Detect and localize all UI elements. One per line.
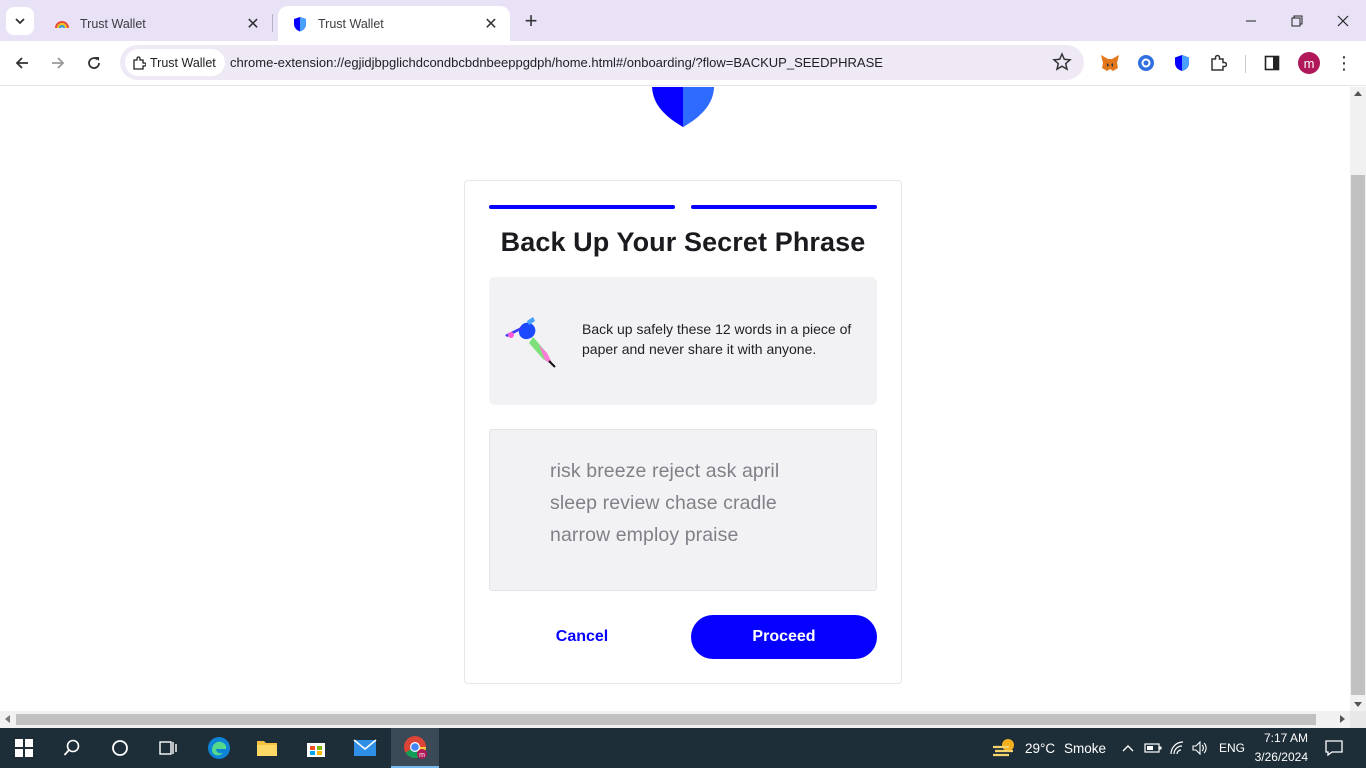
vertical-scrollbar[interactable]: [1350, 87, 1366, 711]
menu-kebab-icon[interactable]: ⋮: [1334, 51, 1354, 75]
site-info-chip[interactable]: Trust Wallet: [125, 49, 225, 76]
tab-search-button[interactable]: [6, 7, 34, 35]
windows-taskbar: m 29°C Smoke ENG 7:17 AM 3/26/2024: [0, 728, 1366, 768]
rainbow-favicon-icon: [54, 16, 70, 32]
progress-step-2: [691, 205, 877, 209]
minimize-icon: [1246, 20, 1256, 21]
tab-strip: Trust Wallet ✕ Trust Wallet ✕ +: [0, 0, 1366, 41]
tab-title: Trust Wallet: [80, 16, 146, 31]
profile-avatar[interactable]: m: [1298, 52, 1320, 74]
language-indicator[interactable]: ENG: [1219, 741, 1245, 755]
arrow-left-icon: [15, 57, 28, 69]
scroll-up-arrow-icon[interactable]: [1354, 91, 1362, 96]
arrow-right-icon: [52, 57, 65, 69]
notification-icon: [1325, 740, 1343, 757]
metamask-icon[interactable]: [1098, 51, 1122, 75]
clock-date[interactable]: 3/26/2024: [1254, 750, 1308, 764]
circle-extension-icon[interactable]: [1134, 51, 1158, 75]
pen-illustration-icon: [505, 317, 556, 368]
close-icon: [1337, 15, 1349, 26]
horizontal-scroll-thumb[interactable]: [16, 714, 1316, 725]
bookmark-star-icon[interactable]: [1052, 52, 1072, 72]
show-hidden-icons-button[interactable]: [1118, 728, 1138, 768]
cortana-button[interactable]: [96, 728, 144, 768]
seed-phrase-line: risk breeze reject ask april: [550, 460, 780, 482]
chevron-up-icon: [1122, 745, 1134, 752]
extension-icon: [132, 55, 146, 70]
svg-text:m: m: [419, 752, 425, 759]
tab-title: Trust Wallet: [318, 16, 384, 31]
seed-phrase-box: risk breeze reject ask april sleep revie…: [489, 429, 877, 591]
vertical-scroll-thumb[interactable]: [1351, 175, 1365, 695]
trust-wallet-favicon-icon: [292, 16, 308, 32]
url-text[interactable]: chrome-extension://egjidjbpglichdcondbcb…: [230, 55, 883, 70]
network-icon[interactable]: [1166, 728, 1188, 768]
restore-icon: [1291, 15, 1303, 26]
task-view-button[interactable]: [144, 728, 192, 768]
battery-icon[interactable]: [1142, 728, 1164, 768]
start-button[interactable]: [0, 728, 48, 768]
cortana-circle-icon: [112, 740, 128, 756]
tab-trust-wallet-2[interactable]: Trust Wallet ✕: [278, 6, 510, 41]
back-button[interactable]: [8, 49, 36, 77]
folder-icon: [257, 741, 277, 756]
scroll-left-arrow-icon[interactable]: [5, 715, 10, 723]
horizontal-scrollbar[interactable]: [0, 711, 1350, 728]
reload-button[interactable]: [80, 49, 108, 77]
minimize-button[interactable]: [1228, 0, 1274, 41]
new-tab-button[interactable]: +: [518, 8, 544, 34]
scrollbar-corner: [1350, 711, 1366, 728]
weather-smoke-icon: [993, 739, 1014, 757]
toolbar-divider: [1245, 55, 1246, 73]
trust-wallet-logo-icon: [652, 87, 714, 127]
info-text: Back up safely these 12 words in a piece…: [582, 321, 852, 357]
info-box: Back up safely these 12 words in a piece…: [489, 277, 877, 405]
mail-button[interactable]: [341, 728, 389, 768]
seed-phrase-line: sleep review chase cradle: [550, 492, 777, 514]
page-viewport: Back Up Your Secret Phrase Back up safel…: [0, 87, 1350, 711]
close-tab-icon[interactable]: ✕: [244, 15, 262, 33]
file-explorer-button[interactable]: [243, 728, 291, 768]
chrome-taskbar-button[interactable]: m: [391, 728, 439, 768]
backup-card: Back Up Your Secret Phrase Back up safel…: [464, 180, 902, 684]
task-view-icon: [159, 741, 177, 755]
site-chip-label: Trust Wallet: [150, 55, 216, 70]
browser-toolbar: Trust Wallet chrome-extension://egjidjbp…: [0, 41, 1366, 86]
search-icon: [63, 739, 80, 756]
weather-desc: Smoke: [1064, 741, 1107, 756]
store-icon: [307, 743, 325, 757]
scroll-right-arrow-icon[interactable]: [1340, 715, 1345, 723]
weather-temp: 29°C: [1025, 741, 1056, 756]
cancel-button[interactable]: Cancel: [489, 615, 675, 659]
scroll-down-arrow-icon[interactable]: [1354, 702, 1362, 707]
address-bar[interactable]: Trust Wallet chrome-extension://egjidjbp…: [120, 45, 1084, 80]
clock-time[interactable]: 7:17 AM: [1258, 731, 1308, 745]
store-button[interactable]: [292, 728, 340, 768]
search-button[interactable]: [48, 728, 96, 768]
reload-icon: [88, 57, 100, 69]
notifications-button[interactable]: [1318, 728, 1350, 768]
page-title: Back Up Your Secret Phrase: [500, 227, 866, 257]
weather-widget[interactable]: [982, 728, 1026, 768]
edge-icon: [208, 737, 230, 759]
trust-wallet-shield-icon[interactable]: [1170, 51, 1194, 75]
close-window-button[interactable]: [1320, 0, 1366, 41]
tab-divider: [272, 14, 273, 32]
edge-taskbar-button[interactable]: [195, 728, 243, 768]
restore-button[interactable]: [1274, 0, 1320, 41]
forward-button[interactable]: [44, 49, 72, 77]
chevron-down-icon: [15, 18, 25, 25]
seed-phrase-line: narrow employ praise: [550, 524, 739, 546]
volume-icon[interactable]: [1189, 728, 1211, 768]
windows-logo-icon: [15, 739, 33, 757]
proceed-button[interactable]: Proceed: [691, 615, 877, 659]
chrome-icon: m: [404, 736, 427, 759]
puzzle-icon[interactable]: [1206, 51, 1230, 75]
side-panel-icon[interactable]: [1260, 51, 1284, 75]
progress-step-1: [489, 205, 675, 209]
mail-icon: [353, 739, 377, 756]
close-tab-icon[interactable]: ✕: [482, 15, 500, 33]
tab-trust-wallet-1[interactable]: Trust Wallet ✕: [40, 6, 272, 41]
